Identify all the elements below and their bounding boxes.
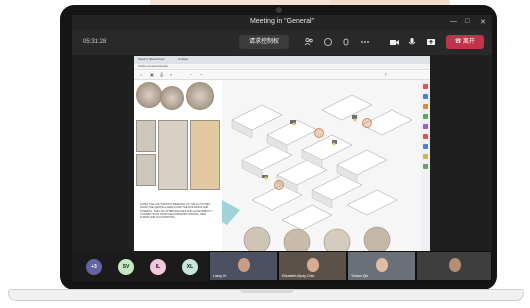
highlight-marker [314, 128, 324, 138]
highlight-marker [274, 180, 284, 190]
minimize-button[interactable]: — [450, 18, 457, 25]
browser-tabs: Week 6 Sketchbook Untitled [134, 56, 430, 64]
maximize-button[interactable]: □ [465, 18, 469, 25]
vignette-image [136, 82, 162, 108]
drawing-svg [222, 94, 413, 256]
participant-avatar[interactable]: XL [182, 259, 198, 275]
meeting-timer: 05:31:28 [83, 39, 107, 45]
raise-hand-icon[interactable] [340, 37, 352, 49]
browser-tab[interactable]: Untitled [178, 57, 188, 61]
chat-icon[interactable] [322, 37, 334, 49]
vignette-image [186, 82, 214, 110]
participant-name: Liang Ye [213, 274, 227, 278]
tool-icon[interactable] [423, 104, 428, 109]
more-icon[interactable] [359, 37, 371, 49]
zoom-out-icon[interactable]: − [190, 72, 192, 77]
highlight-marker [362, 118, 372, 128]
share-icon[interactable] [425, 37, 437, 49]
participant-name: Yindan Qin [351, 274, 369, 278]
document-paragraph: GIVEN THE CONTINUOUS MERGING OF THE ACTI… [140, 203, 213, 220]
model-photo [190, 120, 220, 190]
vignette-image [160, 86, 184, 110]
participant-avatar[interactable]: IL [150, 259, 166, 275]
participant-face [238, 258, 250, 272]
address-bar[interactable]: Adobe Acrobat Reader [138, 64, 168, 68]
request-control-button[interactable]: 请求控制权 [239, 35, 289, 49]
laptop-notch [240, 289, 294, 293]
tool-icon[interactable] [423, 154, 428, 159]
participant-video[interactable]: Yindan Qin [347, 251, 416, 281]
model-photo [136, 120, 156, 152]
window-title: Meeting in "General" [249, 18, 315, 25]
participant-video[interactable]: Liang Ye [209, 251, 278, 281]
leave-label: 离开 [462, 39, 475, 45]
tool-icon[interactable] [423, 164, 428, 169]
tool-icon[interactable] [423, 124, 428, 129]
meeting-toolbar: 05:31:28 请求控制权 ☎ 离开 [72, 31, 492, 55]
pdf-tools-sidebar [421, 80, 430, 256]
more-participants-avatar[interactable]: +3 [86, 259, 102, 275]
participant-video[interactable] [416, 251, 492, 281]
participant-face [376, 258, 388, 272]
teams-meeting-window: Meeting in "General" — □ ✕ 05:31:28 请求控制… [72, 15, 492, 281]
save-icon[interactable]: ▣ [150, 72, 154, 77]
leave-button[interactable]: ☎ 离开 [446, 35, 484, 49]
shared-screen: Week 6 Sketchbook Untitled Adobe Acrobat… [134, 56, 430, 256]
webcam-dot [276, 7, 282, 13]
participant-avatar[interactable]: SV [118, 259, 134, 275]
zoom-in-icon[interactable]: + [200, 72, 202, 77]
share-doc-icon[interactable]: ⇪ [384, 72, 387, 77]
tool-icon[interactable] [423, 134, 428, 139]
search-icon[interactable]: ⌕ [170, 72, 172, 77]
print-icon[interactable]: ⎙ [160, 72, 163, 77]
people-icon[interactable] [303, 37, 315, 49]
participant-video[interactable]: Elizabeth Alpay-Chiu [278, 251, 347, 281]
home-icon[interactable]: ⌂ [140, 72, 142, 77]
tool-icon[interactable] [423, 144, 428, 149]
bookmark-bar: Adobe Acrobat Reader [134, 64, 430, 70]
tool-icon[interactable] [423, 84, 428, 89]
phone-icon: ☎ [455, 39, 463, 45]
participant-name: Elizabeth Alpay-Chiu [282, 274, 315, 278]
axonometric-drawing [222, 80, 421, 256]
camera-icon[interactable] [388, 37, 400, 49]
mic-icon[interactable] [406, 37, 418, 49]
participant-face [449, 258, 461, 272]
model-photo [158, 120, 188, 190]
pdf-toolbar: ⌂ ▣ ⎙ ⌕ − + ⇪ [134, 71, 430, 80]
tool-icon[interactable] [423, 114, 428, 119]
tool-icon[interactable] [423, 94, 428, 99]
close-button[interactable]: ✕ [480, 18, 486, 26]
document-left-page: GIVEN THE CONTINUOUS MERGING OF THE ACTI… [134, 80, 222, 256]
browser-tab[interactable]: Week 6 Sketchbook [138, 57, 165, 61]
model-photo [136, 154, 156, 186]
participant-face [307, 258, 319, 272]
title-bar: Meeting in "General" — □ ✕ [72, 15, 492, 31]
